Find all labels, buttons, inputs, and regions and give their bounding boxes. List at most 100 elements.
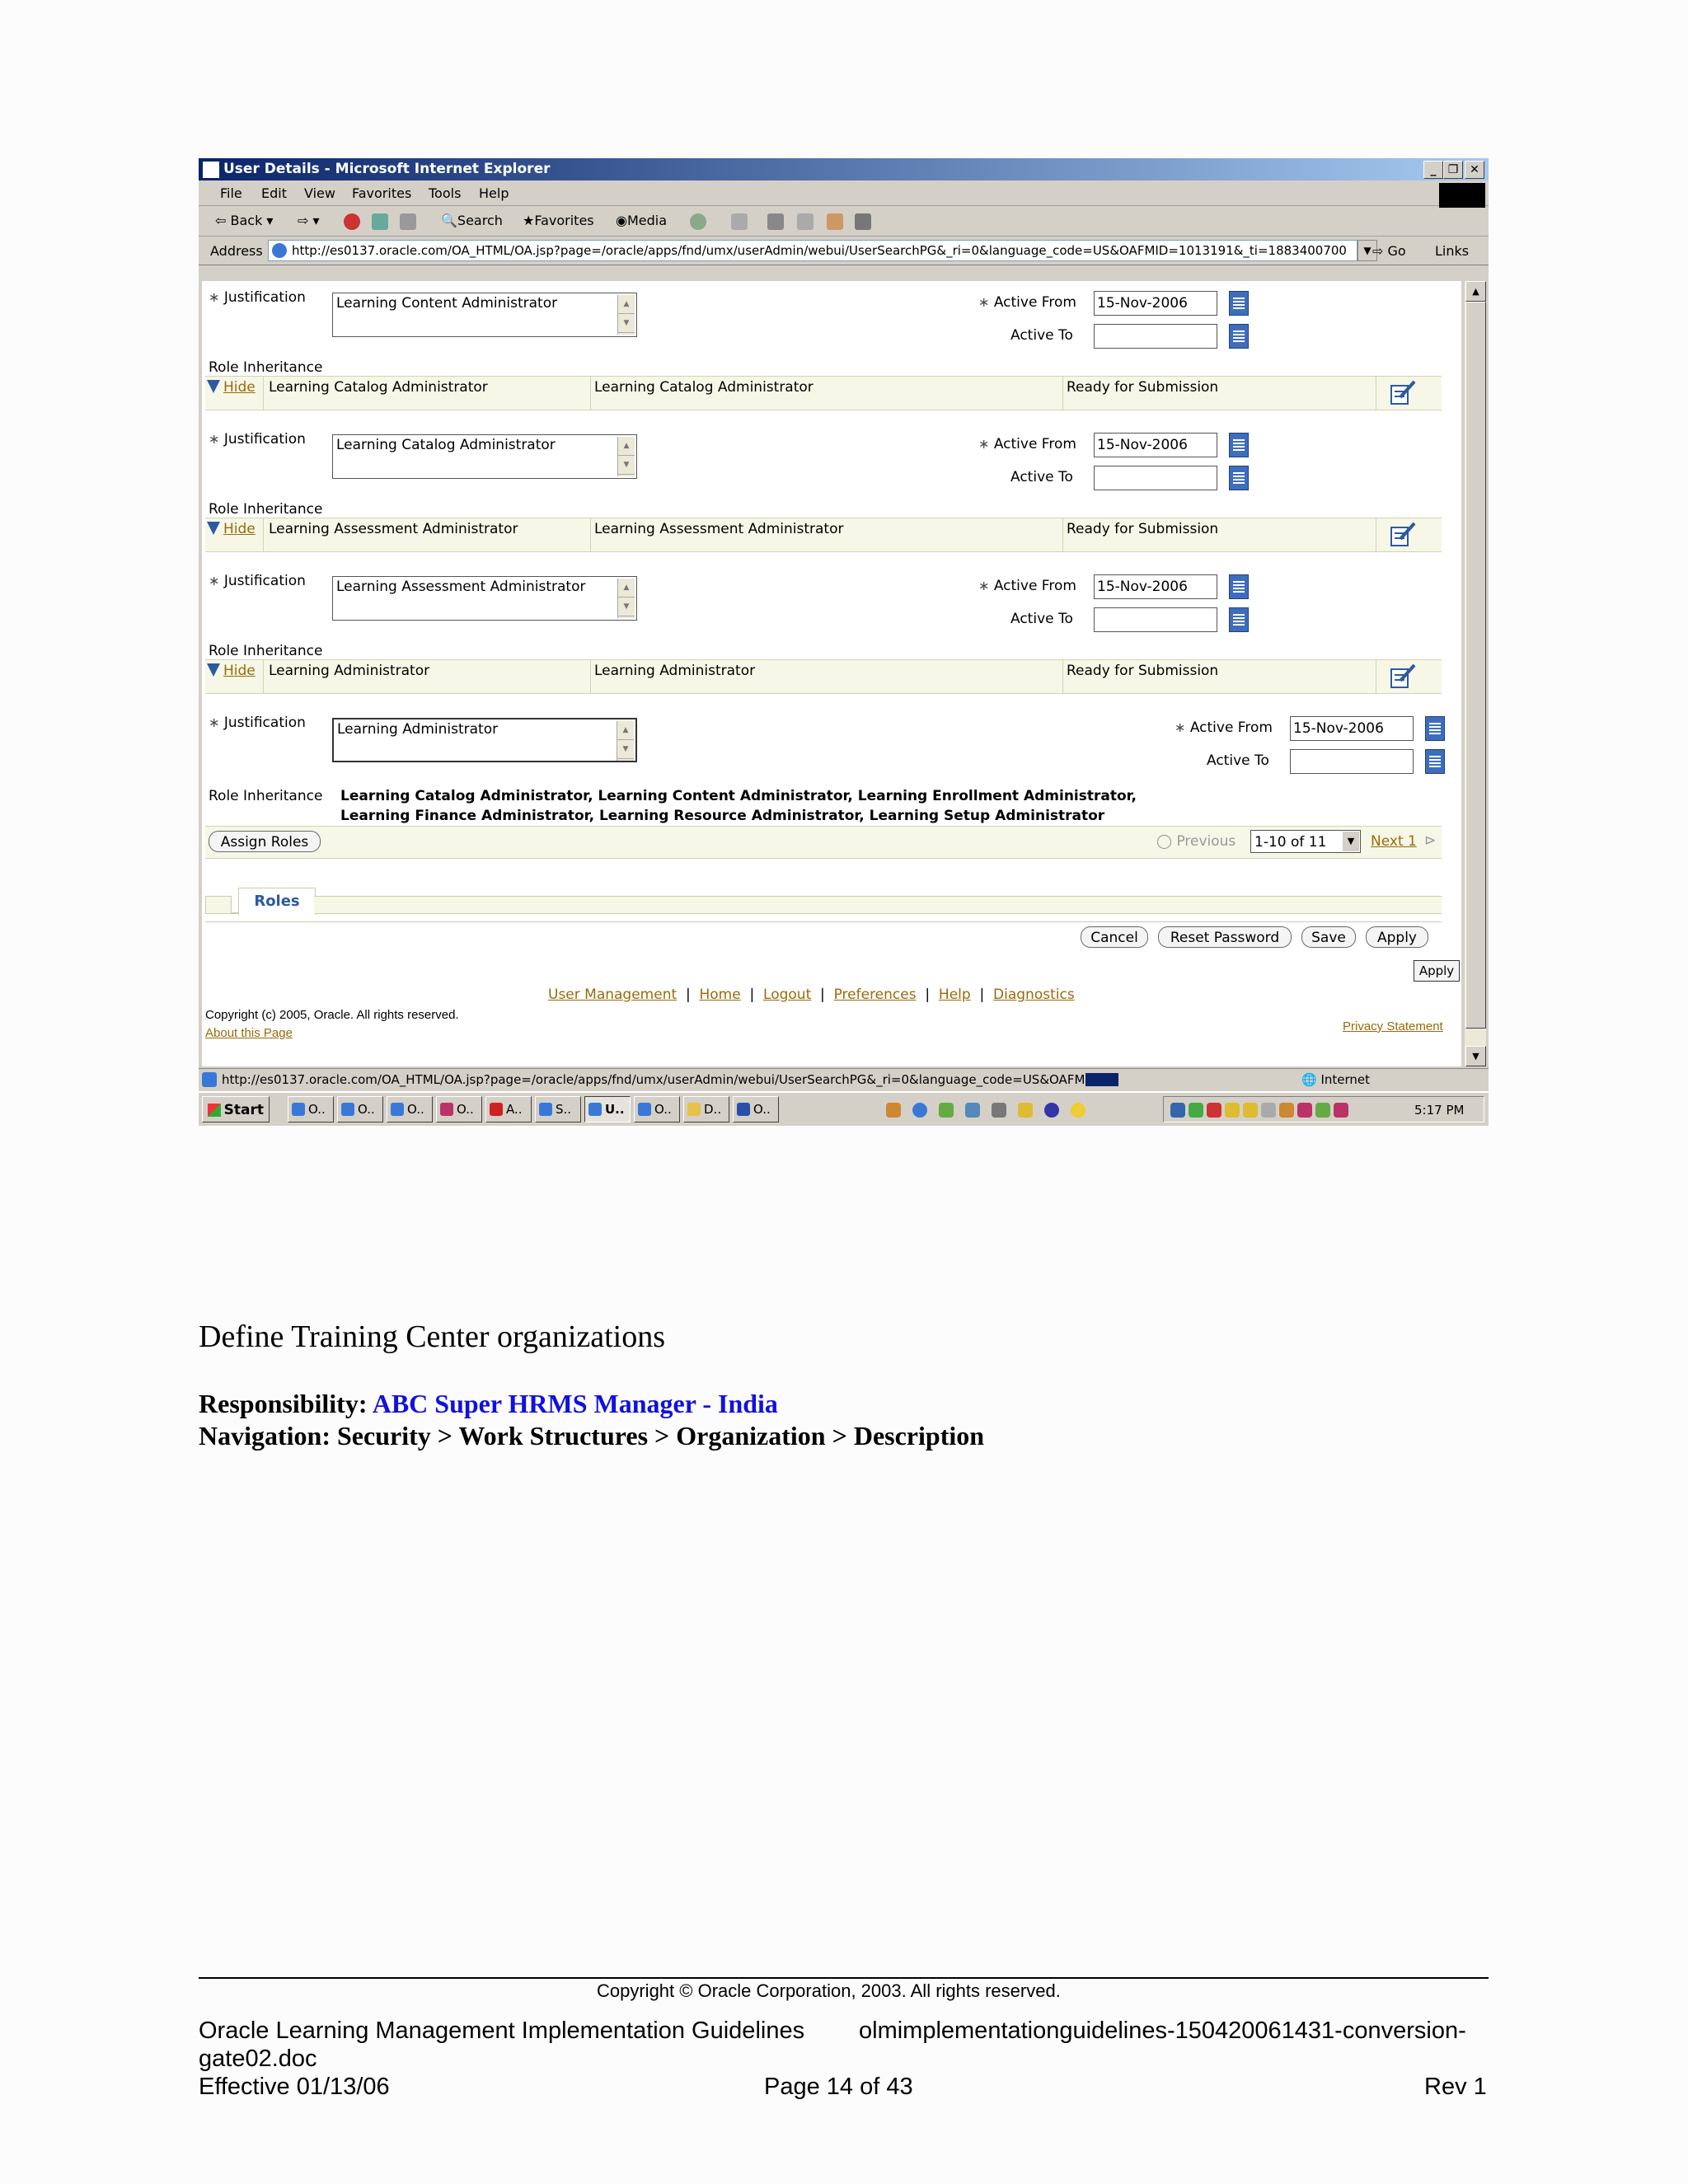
calendar-icon[interactable] [1229,433,1249,457]
menu-help[interactable]: Help [479,185,509,201]
menu-edit[interactable]: Edit [261,185,287,201]
edit-icon[interactable] [797,213,814,230]
assign-roles-button[interactable]: Assign Roles [209,831,321,852]
active-to-input[interactable] [1094,607,1217,632]
tray-icon[interactable] [1315,1103,1330,1118]
update-icon[interactable] [1389,521,1417,547]
go-button[interactable]: ⇨ Go [1372,243,1406,259]
media-button[interactable]: ◉Media [616,213,667,228]
footer-link-home[interactable]: Home [699,987,740,1003]
hide-toggle[interactable]: Hide [207,518,256,551]
calendar-icon[interactable] [1229,607,1249,632]
privacy-link[interactable]: Privacy Statement [1343,1019,1443,1033]
range-select[interactable]: 1-10 of 11 ▼ [1250,830,1361,853]
research-icon[interactable] [855,213,871,230]
active-to-input[interactable] [1094,324,1217,349]
apply-small-button[interactable]: Apply [1414,960,1460,982]
cancel-button[interactable]: Cancel [1081,926,1148,948]
taskbar-item[interactable]: S.. [535,1096,581,1122]
mail-icon[interactable] [731,213,748,230]
about-page-link[interactable]: About this Page [205,1026,293,1040]
close-icon[interactable]: ✕ [1465,161,1484,179]
calendar-icon[interactable] [1229,291,1249,316]
taskbar-item[interactable]: O.. [387,1096,433,1122]
scroll-up-icon[interactable]: ▲ [1465,281,1486,302]
active-to-input[interactable] [1290,749,1414,774]
tray-icon[interactable] [1243,1103,1258,1118]
favorites-button[interactable]: ★Favorites [523,213,594,228]
stop-icon[interactable] [344,213,360,230]
taskbar-item[interactable]: A.. [485,1096,532,1122]
calendar-icon[interactable] [1229,324,1249,349]
footer-link-logout[interactable]: Logout [763,987,811,1003]
taskbar-item[interactable]: D.. [683,1096,729,1122]
menu-favorites[interactable]: Favorites [352,185,411,201]
taskbar-item-active[interactable]: U.. [584,1096,631,1122]
justification-textarea[interactable]: Learning Administrator ▲ ▼ [332,718,637,762]
links-button[interactable]: Links [1435,243,1469,259]
taskbar-item[interactable]: O.. [288,1096,334,1122]
history-icon[interactable] [690,213,706,230]
footer-link-help[interactable]: Help [939,987,971,1003]
justification-textarea[interactable]: Learning Assessment Administrator ▲ ▼ [332,576,637,621]
minimize-icon[interactable]: _ [1423,161,1443,179]
footer-link-user-management[interactable]: User Management [548,987,677,1003]
search-button[interactable]: 🔍Search [441,213,503,228]
update-icon[interactable] [1389,663,1417,689]
calendar-icon[interactable] [1425,749,1445,774]
active-from-input[interactable]: 15-Nov-2006 [1290,716,1414,741]
taskbar-item[interactable]: O.. [436,1096,482,1122]
back-button[interactable]: ⇦ Back ▾ [215,213,273,228]
hide-toggle[interactable]: Hide [207,660,256,693]
quicklaunch-icon[interactable] [939,1103,954,1118]
calendar-icon[interactable] [1229,466,1249,490]
taskbar-item[interactable]: O.. [733,1096,779,1122]
justification-textarea[interactable]: Learning Catalog Administrator ▲ ▼ [332,434,637,479]
active-from-input[interactable]: 15-Nov-2006 [1094,433,1217,457]
active-from-input[interactable]: 15-Nov-2006 [1094,291,1217,316]
next-link[interactable]: Next 1 [1371,833,1417,850]
active-from-input[interactable]: 15-Nov-2006 [1094,574,1217,599]
reset-password-button[interactable]: Reset Password [1158,926,1292,948]
tray-icon[interactable] [1261,1103,1276,1118]
previous-link[interactable]: ◯ Previous [1156,833,1236,850]
menu-view[interactable]: View [304,185,335,201]
start-button[interactable]: Start [202,1096,270,1122]
taskbar-item[interactable]: O.. [337,1096,383,1122]
save-button[interactable]: Save [1301,926,1356,948]
calendar-icon[interactable] [1229,574,1249,599]
scroll-thumb[interactable] [1465,302,1486,1029]
footer-link-diagnostics[interactable]: Diagnostics [993,987,1075,1003]
quicklaunch-icon[interactable] [965,1103,980,1118]
tab-roles[interactable]: Roles [238,888,316,915]
restore-icon[interactable]: ❐ [1443,161,1463,179]
menu-tools[interactable]: Tools [429,185,461,201]
messenger-icon[interactable] [827,213,843,230]
address-input[interactable]: http://es0137.oracle.com/OA_HTML/OA.jsp?… [268,240,1357,261]
update-icon[interactable] [1389,379,1417,405]
tray-icon[interactable] [1334,1103,1348,1118]
home-icon[interactable] [400,213,416,230]
print-icon[interactable] [767,213,784,230]
quicklaunch-icon[interactable] [992,1103,1006,1118]
active-to-input[interactable] [1094,466,1217,490]
footer-link-preferences[interactable]: Preferences [834,987,917,1003]
next-arrow-icon[interactable]: ⊳ [1424,832,1436,849]
tray-icon[interactable] [1189,1103,1203,1118]
calendar-icon[interactable] [1425,716,1445,741]
vertical-scrollbar[interactable]: ▲ ▼ [1465,281,1486,1066]
quicklaunch-icon[interactable] [912,1103,927,1118]
quicklaunch-icon[interactable] [1071,1103,1085,1118]
apply-button[interactable]: Apply [1366,926,1428,948]
justification-textarea[interactable]: Learning Content Administrator ▲ ▼ [332,293,637,337]
tray-icon[interactable] [1225,1103,1240,1118]
tray-icon[interactable] [1279,1103,1294,1118]
menu-file[interactable]: File [220,185,242,201]
quicklaunch-icon[interactable] [886,1103,901,1118]
hide-toggle[interactable]: Hide [207,377,256,410]
refresh-icon[interactable] [372,213,388,230]
forward-button[interactable]: ⇨ ▾ [298,213,320,228]
scroll-down-icon[interactable]: ▼ [1465,1046,1486,1066]
quicklaunch-icon[interactable] [1018,1103,1033,1118]
taskbar-item[interactable]: O.. [634,1096,680,1122]
